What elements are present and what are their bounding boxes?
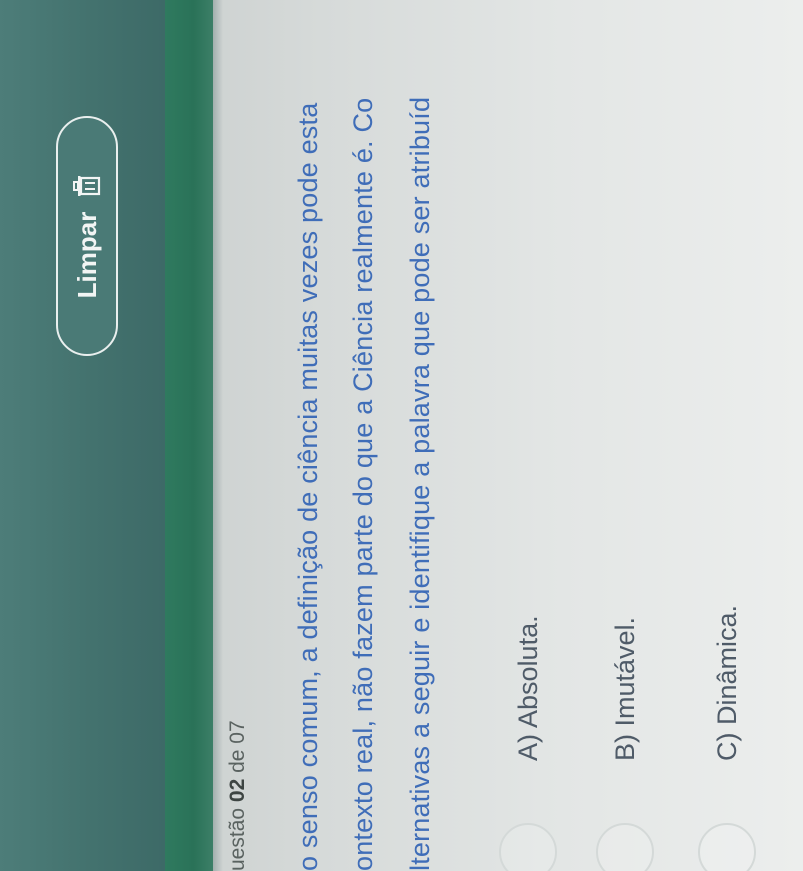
clear-button-label: Limpar — [71, 211, 102, 299]
option-b-label: B) Imutável. — [609, 616, 640, 761]
quiz-page: Limpar uestão 02 de 07 o senso comum, a … — [0, 0, 803, 871]
header-bar: Limpar — [0, 0, 165, 871]
question-text-line: ontexto real, não fazem parte do que a C… — [348, 97, 378, 871]
option-b[interactable]: B) Imutável. — [596, 616, 654, 871]
counter-prefix: uestão — [226, 807, 249, 871]
option-a[interactable]: A) Absoluta. — [499, 615, 557, 871]
option-c[interactable]: C) Dinâmica. — [698, 604, 756, 871]
question-text-line: o senso comum, a definição de ciência mu… — [293, 102, 323, 871]
counter-separator: de — [226, 749, 249, 773]
clear-button[interactable]: Limpar — [56, 116, 118, 356]
trash-icon — [73, 174, 101, 198]
question-text-line: lternativas a seguir e identifique a pal… — [405, 96, 435, 871]
question-counter: uestão 02 de 07 — [226, 720, 250, 871]
option-c-radio[interactable] — [698, 823, 756, 871]
option-a-radio[interactable] — [499, 823, 557, 871]
option-b-radio[interactable] — [596, 823, 654, 871]
counter-current: 02 — [226, 778, 249, 803]
counter-total: 07 — [226, 720, 249, 744]
option-c-label: C) Dinâmica. — [711, 604, 742, 761]
header-accent-stripe — [165, 0, 213, 871]
screen: Limpar uestão 02 de 07 o senso comum, a … — [0, 0, 803, 871]
option-a-label: A) Absoluta. — [512, 615, 543, 761]
header-shadow — [213, 0, 223, 871]
